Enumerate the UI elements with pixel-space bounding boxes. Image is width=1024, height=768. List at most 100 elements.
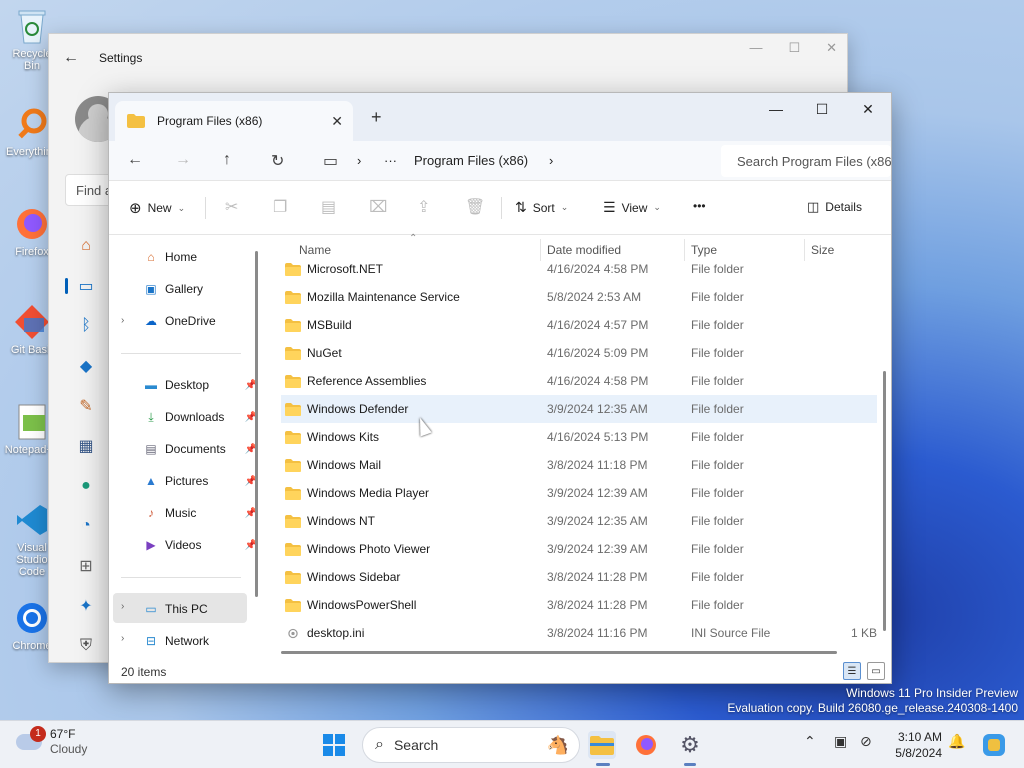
table-row[interactable]: WindowsPowerShell 3/8/2024 11:28 PM File f… <box>281 591 877 619</box>
share-icon[interactable]: ⇪ <box>417 197 430 217</box>
close-icon[interactable]: ✕ <box>826 40 837 56</box>
firefox-taskbar-icon[interactable] <box>632 731 660 759</box>
nav-pictures[interactable]: ▲ Pictures 📌 <box>143 467 257 495</box>
table-row[interactable]: Microsoft.NET 4/16/2024 4:58 PM File folde… <box>281 255 877 283</box>
nav-videos[interactable]: ▶ Videos 📌 <box>143 531 257 559</box>
time-language-icon[interactable]: ◔ <box>75 515 97 537</box>
delete-icon[interactable]: 🗑 <box>465 197 485 217</box>
folder-icon <box>285 318 301 332</box>
more-options-button[interactable]: ••• <box>693 199 706 213</box>
new-button[interactable]: ⊕ New ⌄ <box>129 199 185 217</box>
tab-program-files-x86[interactable]: Program Files (x86) ✕ <box>115 101 353 141</box>
notification-bell-icon[interactable]: 🔔 <box>948 733 965 750</box>
horizontal-scrollbar[interactable] <box>281 651 837 654</box>
system-icon[interactable]: ▭ <box>75 275 97 297</box>
minimize-icon[interactable]: — <box>749 40 762 56</box>
taskbar-search[interactable]: ⌕ Search 🐴 <box>362 727 580 763</box>
start-windows-icon[interactable] <box>320 731 348 759</box>
maximize-icon[interactable]: ☐ <box>788 40 800 56</box>
pictures-icon: ▲ <box>145 474 157 488</box>
refresh-icon[interactable]: ↻ <box>271 151 284 171</box>
weather-widget[interactable]: 1 67°F Cloudy <box>16 726 87 757</box>
file-explorer-icon[interactable] <box>588 731 616 759</box>
chevron-right-icon[interactable]: › <box>121 601 124 612</box>
back-arrow-icon[interactable]: ← <box>127 151 143 169</box>
network-wifi-icon[interactable]: ◆ <box>75 355 97 377</box>
accessibility-icon[interactable]: ✦ <box>75 595 97 617</box>
nav-desktop[interactable]: ▬ Desktop 📌 <box>143 371 257 399</box>
table-row[interactable]: Windows Kits 4/16/2024 5:13 PM File folder <box>281 423 877 451</box>
chevron-right-icon[interactable]: › <box>357 153 361 168</box>
chevron-right-icon[interactable]: › <box>121 633 124 644</box>
nav-documents[interactable]: ▤ Documents 📌 <box>143 435 257 463</box>
table-row[interactable]: desktop.ini 3/8/2024 11:16 PM INI Source F… <box>281 619 877 647</box>
nav-network[interactable]: ⊟ Network <box>143 627 253 655</box>
settings-gear-icon[interactable]: ⚙ <box>676 731 704 759</box>
file-name: desktop.ini <box>307 626 365 640</box>
nav-home[interactable]: ⌂ Home <box>143 243 253 271</box>
chevron-right-icon[interactable]: › <box>121 315 124 326</box>
chevron-up-icon[interactable]: ⌃ <box>804 733 816 750</box>
file-date: 4/16/2024 5:13 PM <box>547 430 649 444</box>
nav-gallery[interactable]: ▣ Gallery <box>143 275 253 303</box>
folder-icon <box>285 570 301 584</box>
gaming-icon[interactable]: ⊞ <box>75 555 97 577</box>
file-type: File folder <box>691 402 744 416</box>
bluetooth-icon[interactable]: ᛒ <box>75 315 97 337</box>
privacy-shield-icon[interactable]: ⛨ <box>75 635 97 657</box>
chevron-right-icon[interactable]: › <box>549 153 553 168</box>
file-date: 3/9/2024 12:39 AM <box>547 542 648 556</box>
sort-button[interactable]: ⇅ Sort ⌄ <box>515 199 568 216</box>
new-tab-plus-icon[interactable]: + <box>371 107 382 128</box>
monitor-icon[interactable]: ▭ <box>323 151 338 171</box>
forward-arrow-icon[interactable]: → <box>175 151 191 169</box>
close-icon[interactable]: ✕ <box>845 93 891 125</box>
settings-titlebar[interactable]: ← Settings <box>49 34 847 82</box>
table-row[interactable]: Windows Sidebar 3/8/2024 11:28 PM File fol… <box>281 563 877 591</box>
nav-music[interactable]: ♪ Music 📌 <box>143 499 257 527</box>
table-row[interactable]: Windows Photo Viewer 3/9/2024 12:39 AM Fil… <box>281 535 877 563</box>
view-button[interactable]: ☰ View ⌄ <box>603 199 661 216</box>
computer-icon: ▭ <box>145 602 157 616</box>
nav-downloads[interactable]: ⤓ Downloads 📌 <box>143 403 257 431</box>
minimize-icon[interactable]: — <box>753 93 799 125</box>
table-row[interactable]: Reference Assemblies 4/16/2024 4:58 PM Fil… <box>281 367 877 395</box>
tray-status-icon[interactable]: ▣ <box>834 733 847 750</box>
back-arrow-icon[interactable]: ← <box>63 49 81 67</box>
file-explorer-window[interactable]: Program Files (x86) ✕ + — ☐ ✕ ← → ↑ ↻ ▭ … <box>108 92 892 684</box>
vertical-scrollbar[interactable] <box>883 371 886 631</box>
maximize-icon[interactable]: ☐ <box>799 93 845 125</box>
copy-icon[interactable]: ❐ <box>273 197 287 217</box>
paste-icon[interactable]: ▤ <box>321 197 336 217</box>
clock-date: 5/8/2024 <box>895 746 942 760</box>
accounts-icon[interactable]: ● <box>75 475 97 497</box>
nav-this-pc[interactable]: ▭ This PC <box>143 595 253 623</box>
table-row[interactable]: MSBuild 4/16/2024 4:57 PM File folder <box>281 311 877 339</box>
nav-onedrive[interactable]: ☁ OneDrive <box>143 307 253 335</box>
network-status-icon[interactable]: ⊘ <box>860 733 872 750</box>
more-breadcrumbs-icon[interactable]: ··· <box>384 153 397 168</box>
personalization-brush-icon[interactable]: ✎ <box>75 395 97 417</box>
nav-scrollbar[interactable] <box>255 251 258 597</box>
cut-icon[interactable]: ✂ <box>225 197 238 217</box>
settings-title: Settings <box>99 51 143 65</box>
rename-icon[interactable]: ⌧ <box>369 197 387 217</box>
breadcrumb[interactable]: Program Files (x86) <box>414 153 528 168</box>
home-icon: ⌂ <box>147 250 155 264</box>
table-row[interactable]: Windows Defender 3/9/2024 12:35 AM File fo… <box>281 395 877 423</box>
copilot-icon[interactable] <box>980 731 1008 759</box>
table-row[interactable]: Mozilla Maintenance Service 5/8/2024 2:53… <box>281 283 877 311</box>
system-clock[interactable]: 3:10 AM 5/8/2024 <box>886 729 942 761</box>
details-view-icon[interactable]: ☰ <box>843 662 861 680</box>
table-row[interactable]: Windows Media Player 3/9/2024 12:39 AM Fil… <box>281 479 877 507</box>
large-icons-view-icon[interactable]: ▭ <box>867 662 885 680</box>
table-row[interactable]: Windows Mail 3/8/2024 11:18 PM File folder <box>281 451 877 479</box>
up-arrow-icon[interactable]: ↑ <box>223 151 231 169</box>
apps-icon[interactable]: ▦ <box>75 435 97 457</box>
close-tab-icon[interactable]: ✕ <box>331 113 343 130</box>
home-icon[interactable]: ⌂ <box>75 235 97 257</box>
search-input[interactable]: Search Program Files (x86) <box>721 145 891 177</box>
details-button[interactable]: ◫ Details <box>807 199 862 215</box>
table-row[interactable]: Windows NT 3/9/2024 12:35 AM File folder <box>281 507 877 535</box>
table-row[interactable]: NuGet 4/16/2024 5:09 PM File folder <box>281 339 877 367</box>
